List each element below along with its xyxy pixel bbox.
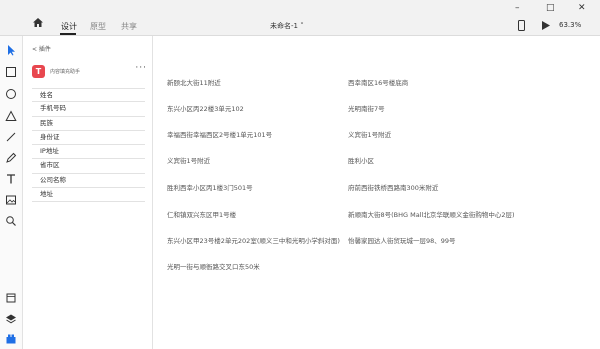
field-item-phone[interactable]: 手机号码: [32, 102, 145, 117]
device-preview-icon[interactable]: [518, 20, 525, 31]
active-tab-indicator: [60, 33, 76, 35]
plugin-panel: < 插件 T 内容填充助手 ··· 姓名 手机号码 民族 身份证 IP地址 省市…: [24, 36, 153, 349]
home-icon[interactable]: [33, 18, 43, 27]
maximize-button[interactable]: □: [546, 3, 555, 13]
field-item-ethnicity[interactable]: 民族: [32, 117, 145, 131]
pen-icon[interactable]: [5, 152, 17, 164]
minimize-button[interactable]: –: [515, 3, 520, 13]
plugin-header: T 内容填充助手 ···: [32, 63, 147, 79]
field-item-region[interactable]: 省市区: [32, 159, 145, 174]
field-item-ip[interactable]: IP地址: [32, 145, 145, 160]
top-bar: 设计 原型 共享 未命名-1 ˅ – □ ✕ 63.3%: [0, 0, 600, 36]
pointer-icon[interactable]: [5, 44, 17, 56]
address-text[interactable]: 义宾街1号附近: [167, 155, 210, 165]
plugin-logo: T: [32, 65, 45, 78]
tab-prototype[interactable]: 原型: [90, 21, 106, 32]
address-text[interactable]: 光明南街7号: [348, 103, 385, 113]
address-text[interactable]: 西幸南区16号楼底商: [348, 77, 408, 87]
components-icon[interactable]: [5, 333, 17, 345]
field-item-id-card[interactable]: 身份证: [32, 131, 145, 146]
pages-icon[interactable]: [5, 292, 17, 304]
address-text[interactable]: 幸福西街幸福西区2号楼1单元101号: [167, 129, 272, 139]
address-text[interactable]: 胜利西幸小区丙1楼3门501号: [167, 182, 253, 192]
breadcrumb[interactable]: < 插件: [32, 44, 51, 53]
play-icon[interactable]: [542, 21, 550, 30]
address-text[interactable]: 东兴小区甲23号楼2单元202室(顺义三中和光明小学斜对面): [167, 235, 340, 245]
address-text[interactable]: 东兴小区丙22楼3单元102: [167, 103, 244, 113]
address-text[interactable]: 胜利小区: [348, 155, 374, 165]
image-icon[interactable]: [5, 194, 17, 206]
field-item-address[interactable]: 地址: [32, 188, 145, 203]
tab-design[interactable]: 设计: [61, 21, 77, 32]
left-toolbar: [0, 36, 23, 349]
address-text[interactable]: 义宾街1号附近: [348, 129, 391, 139]
zoom-icon[interactable]: [5, 215, 17, 227]
address-text[interactable]: 府前西街铁桥西路南300米附近: [348, 182, 438, 192]
triangle-icon[interactable]: [5, 110, 17, 122]
close-button[interactable]: ✕: [578, 3, 586, 13]
tab-share[interactable]: 共享: [121, 21, 137, 32]
more-options-button[interactable]: ···: [135, 63, 147, 73]
line-icon[interactable]: [5, 131, 17, 143]
field-item-company[interactable]: 公司名称: [32, 174, 145, 189]
field-list: 姓名 手机号码 民族 身份证 IP地址 省市区 公司名称 地址: [32, 88, 145, 203]
field-item-name[interactable]: 姓名: [32, 88, 145, 103]
address-text[interactable]: 仁和镇双兴东区甲1号楼: [167, 209, 236, 219]
rectangle-icon[interactable]: [5, 66, 17, 78]
document-title[interactable]: 未命名-1 ˅: [270, 21, 304, 31]
layers-icon[interactable]: [5, 313, 17, 325]
address-text[interactable]: 新顺南大街8号(BHG Mall北京华联顺义金街购物中心2层): [348, 209, 515, 219]
address-text[interactable]: 怡馨家园达人街贸玩城一层98、99号: [348, 235, 456, 245]
design-canvas[interactable]: 新颐北大街11附近 东兴小区丙22楼3单元102 幸福西街幸福西区2号楼1单元1…: [154, 36, 600, 349]
zoom-level[interactable]: 63.3%: [559, 21, 581, 29]
plugin-name: 内容填充助手: [50, 69, 81, 75]
ellipse-icon[interactable]: [5, 88, 17, 100]
address-text[interactable]: 新颐北大街11附近: [167, 77, 221, 87]
text-icon[interactable]: [5, 173, 17, 185]
address-text[interactable]: 光明一街与顺衙路交叉口东50米: [167, 261, 260, 271]
